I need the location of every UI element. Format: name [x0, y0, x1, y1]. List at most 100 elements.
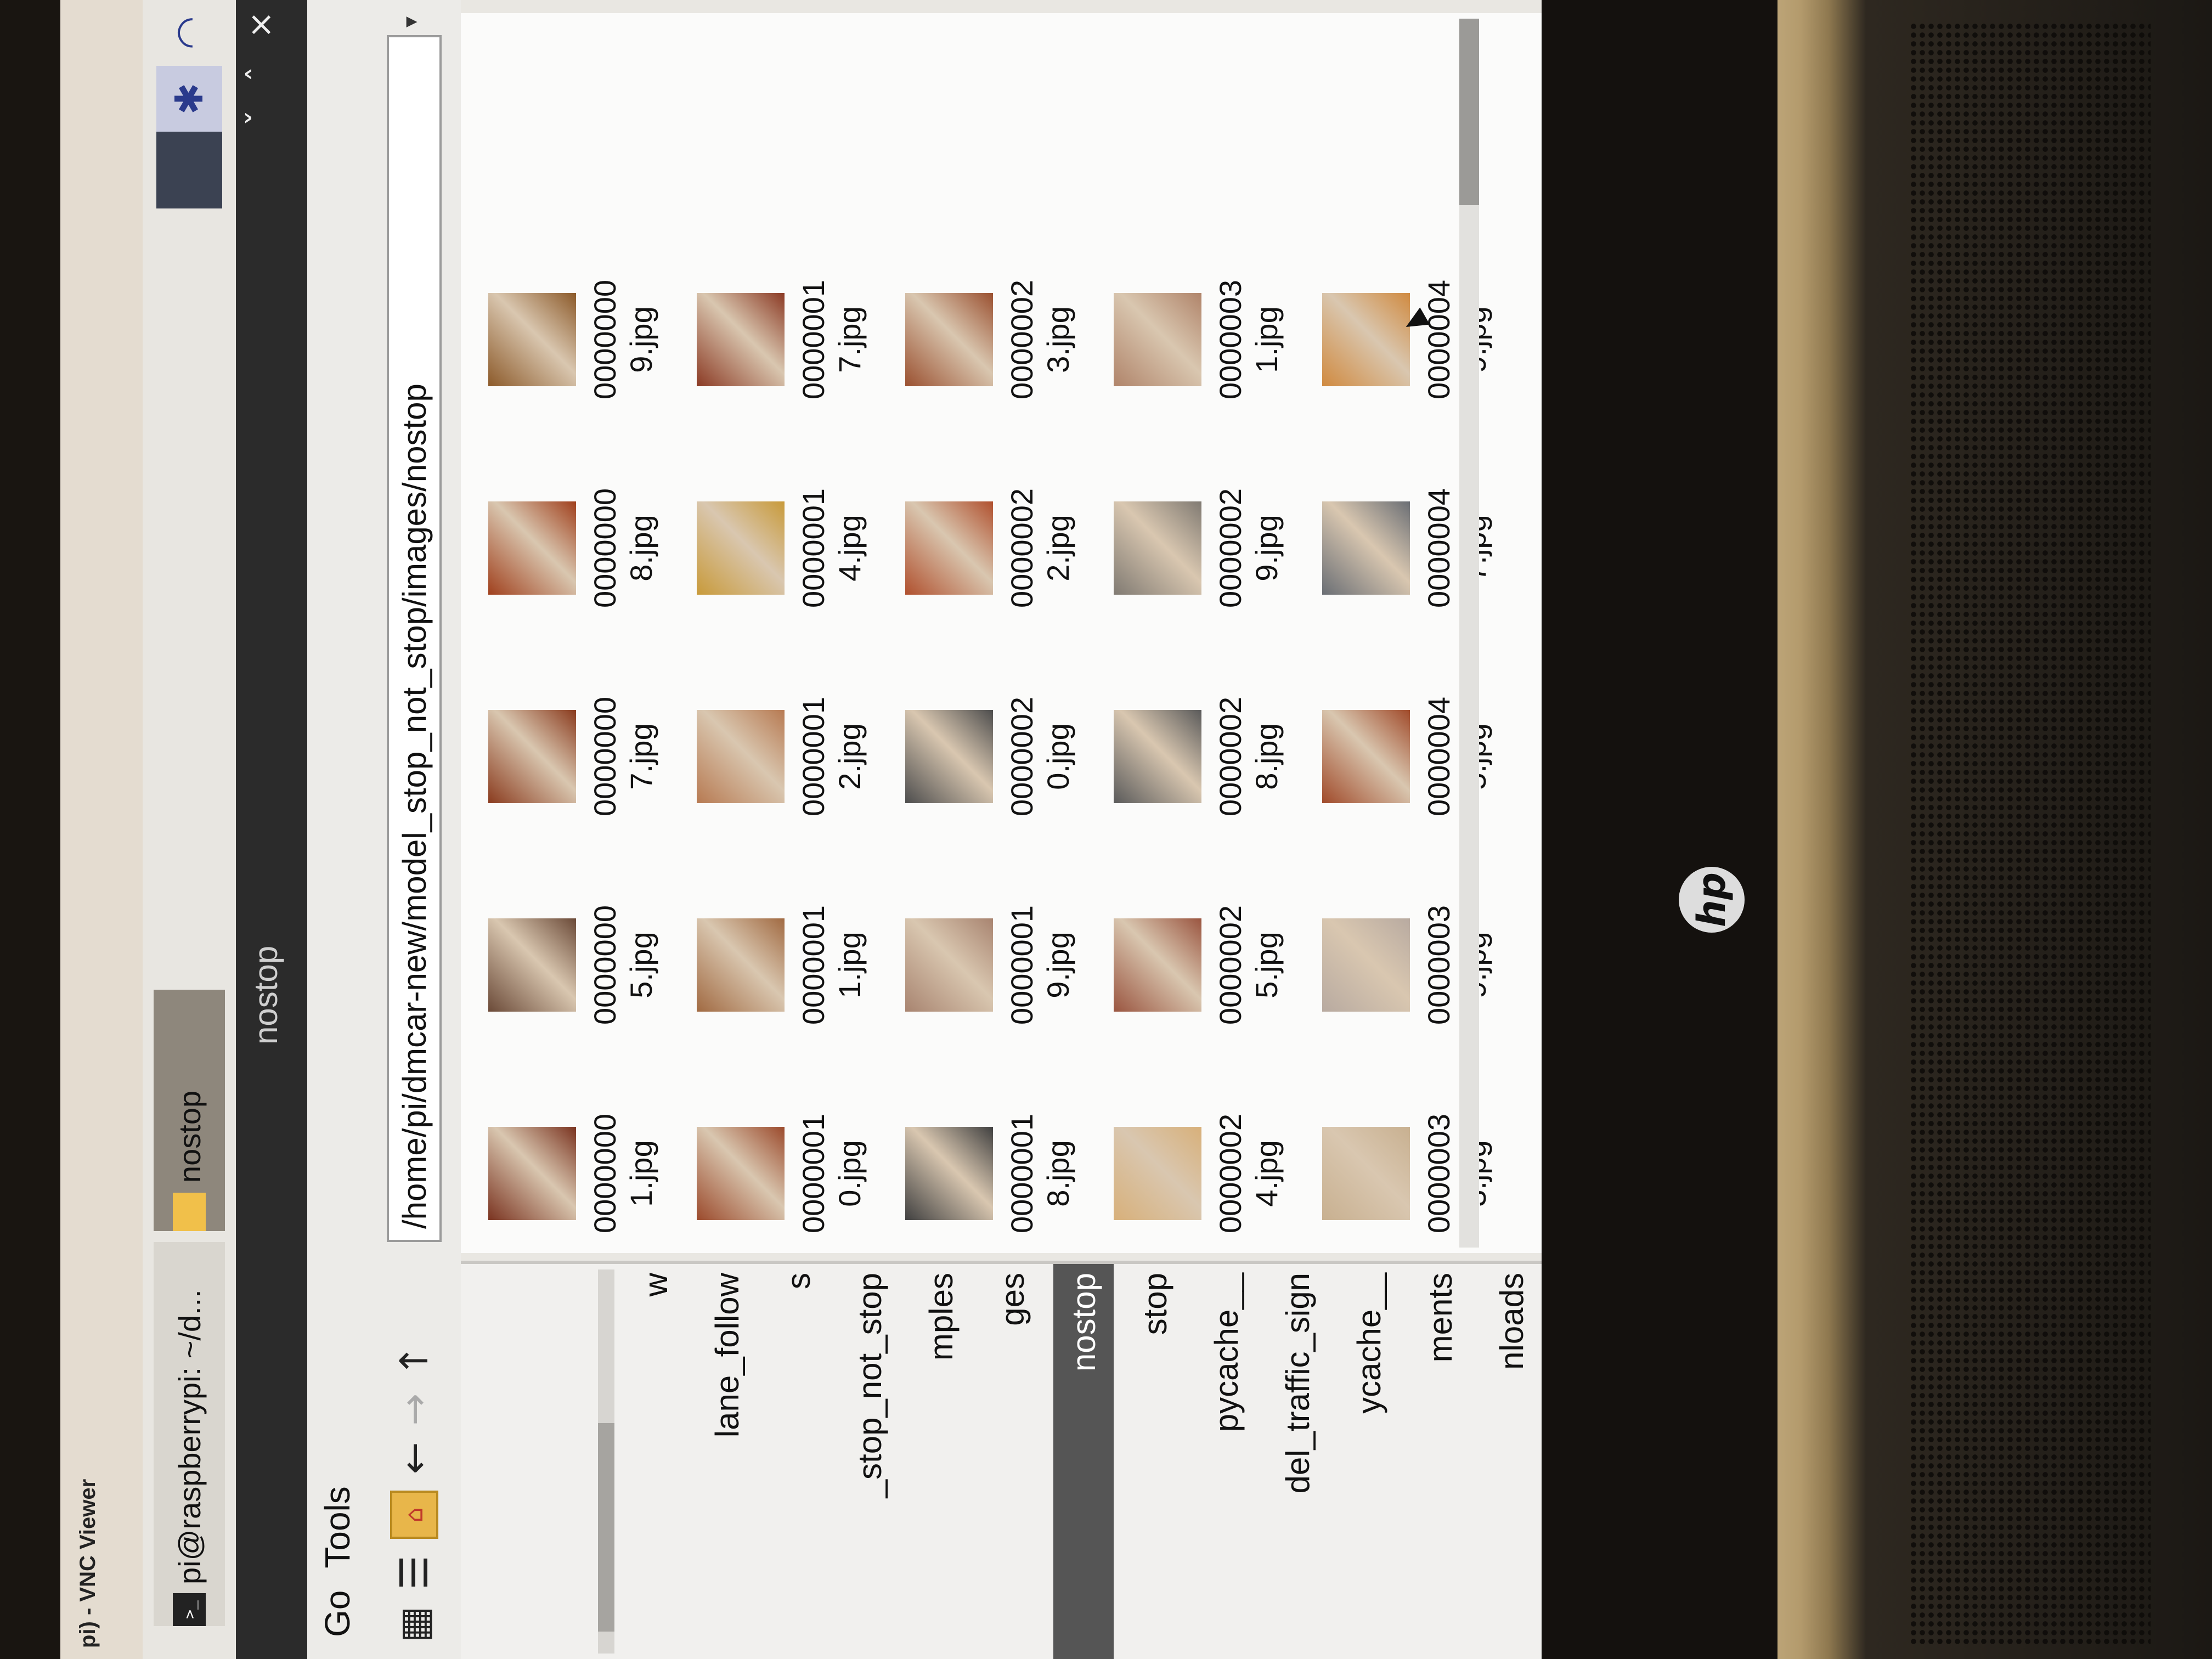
file-name: 00000007.jpg — [588, 697, 658, 817]
file-item[interactable]: 00000011.jpg — [691, 896, 889, 1034]
sidebar-item[interactable]: nostop — [1053, 1264, 1114, 1659]
list-view-icon[interactable]: ☰ — [392, 1555, 437, 1590]
image-thumbnail — [697, 918, 785, 1012]
sidebar-item[interactable]: lane_follow — [697, 1264, 757, 1659]
bluetooth-icon[interactable]: ✱ — [156, 66, 222, 132]
sidebar-item[interactable]: ges — [982, 1264, 1042, 1659]
sidebar-item[interactable]: ments — [1410, 1264, 1470, 1659]
file-item[interactable]: 00000009.jpg — [483, 271, 680, 408]
image-thumbnail — [488, 501, 576, 595]
sidebar-item-label: nostop — [1065, 1273, 1102, 1372]
window-controls: ˇ ˆ × — [241, 11, 280, 126]
file-item[interactable]: 00000007.jpg — [483, 688, 680, 825]
file-name: 00000017.jpg — [796, 280, 867, 400]
file-name: 00000031.jpg — [1213, 280, 1284, 400]
sidebar-item[interactable]: mples — [911, 1264, 971, 1659]
file-item[interactable]: 00000022.jpg — [900, 479, 1097, 617]
vnc-title: pi) - VNC Viewer — [76, 1479, 100, 1648]
file-item[interactable]: 00000047.jpg — [1317, 479, 1514, 617]
path-dropdown-icon[interactable]: ▾ — [398, 16, 423, 27]
file-item[interactable]: 00000018.jpg — [900, 1105, 1097, 1242]
file-item[interactable]: 00000049.jpg — [1317, 271, 1514, 408]
file-item[interactable]: 00000014.jpg — [691, 479, 889, 617]
folder-icon — [173, 1193, 206, 1231]
system-tray: ✱ ◠ — [143, 0, 236, 208]
back-button[interactable]: ← — [392, 1442, 437, 1474]
image-thumbnail — [697, 710, 785, 803]
path-input[interactable] — [387, 35, 442, 1242]
file-item[interactable]: 00000024.jpg — [1108, 1105, 1306, 1242]
file-item[interactable]: 00000010.jpg — [691, 1105, 889, 1242]
file-name: 00000025.jpg — [1213, 905, 1284, 1025]
sidebar-item-label: nloads — [1493, 1273, 1530, 1370]
sidebar-item-label: s — [780, 1273, 817, 1289]
image-thumbnail — [1322, 918, 1410, 1012]
wifi-icon[interactable]: ◠ — [156, 0, 222, 66]
file-item[interactable]: 00000020.jpg — [900, 688, 1097, 825]
sidebar-item-label: del_traffic_sign — [1279, 1273, 1316, 1494]
file-name: 00000012.jpg — [796, 697, 867, 817]
image-thumbnail — [1114, 293, 1201, 386]
sidebar-scrollbar[interactable] — [598, 1269, 614, 1654]
sidebar-item-label: w — [637, 1273, 674, 1297]
file-item[interactable]: 00000025.jpg — [1108, 896, 1306, 1034]
file-item[interactable]: 00000033.jpg — [1317, 1105, 1514, 1242]
sidebar-item[interactable]: s — [768, 1264, 828, 1659]
sidebar-item-label: mples — [922, 1273, 960, 1361]
file-item[interactable]: 00000012.jpg — [691, 688, 889, 825]
file-name: 00000018.jpg — [1005, 1114, 1075, 1234]
file-item[interactable]: 00000019.jpg — [900, 896, 1097, 1034]
sidebar-scrollbar-thumb[interactable] — [598, 1423, 614, 1632]
sidebar-item-label: pycache__ — [1207, 1273, 1245, 1432]
image-thumbnail — [905, 501, 993, 595]
up-button[interactable]: ↑ — [392, 1345, 437, 1377]
file-item[interactable]: 00000005.jpg — [483, 896, 680, 1034]
sidebar-item[interactable]: nloads — [1481, 1264, 1542, 1659]
sidebar-item[interactable]: pycache__ — [1196, 1264, 1256, 1659]
close-icon[interactable]: × — [241, 11, 280, 38]
home-button[interactable]: ⌂ — [390, 1491, 438, 1539]
file-name: 00000028.jpg — [1213, 697, 1284, 817]
file-item[interactable]: 00000008.jpg — [483, 479, 680, 617]
file-item[interactable]: 00000028.jpg — [1108, 688, 1306, 825]
image-thumbnail — [697, 293, 785, 386]
file-name: 00000008.jpg — [588, 488, 658, 608]
taskbar-file-manager[interactable]: nostop — [154, 990, 225, 1231]
menu-tools[interactable]: Tools — [317, 1486, 358, 1568]
image-thumbnail — [488, 1127, 576, 1220]
minimize-icon[interactable]: ˇ — [241, 110, 280, 126]
file-name: 00000033.jpg — [1421, 1114, 1492, 1234]
sidebar-item[interactable]: ycache__ — [1339, 1264, 1399, 1659]
taskbar-terminal[interactable]: >_ pi@raspberrypi: ~/d... — [154, 1242, 225, 1626]
file-name: 00000009.jpg — [588, 280, 658, 400]
sidebar-item-label: lane_follow — [708, 1273, 746, 1438]
sidebar-item[interactable]: w — [625, 1264, 686, 1659]
terminal-icon: >_ — [173, 1593, 206, 1626]
sidebar-item[interactable]: del_traffic_sign — [1267, 1264, 1328, 1659]
maximize-icon[interactable]: ˆ — [241, 66, 280, 82]
sidebar-item[interactable]: stop — [1125, 1264, 1185, 1659]
image-thumbnail — [1114, 1127, 1201, 1220]
image-thumbnail — [488, 710, 576, 803]
menu-go[interactable]: Go — [317, 1590, 358, 1637]
taskbar-terminal-label: pi@raspberrypi: ~/d... — [172, 1289, 207, 1584]
file-view-scrollbar-thumb[interactable] — [1459, 19, 1479, 205]
tray-app-icon[interactable] — [156, 132, 222, 208]
file-name: 00000011.jpg — [796, 905, 867, 1025]
file-item[interactable]: 00000029.jpg — [1108, 479, 1306, 617]
icon-view-icon[interactable]: ▦ — [392, 1606, 437, 1643]
file-item[interactable]: 00000039.jpg — [1317, 896, 1514, 1034]
vnc-title-bar: pi) - VNC Viewer — [60, 0, 143, 1659]
file-item[interactable]: 00000017.jpg — [691, 271, 889, 408]
file-item[interactable]: 00000045.jpg — [1317, 688, 1514, 825]
file-name: 00000024.jpg — [1213, 1114, 1284, 1234]
sidebar-item[interactable]: _stop_not_stop — [839, 1264, 900, 1659]
taskbar-folder-label: nostop — [172, 1090, 207, 1183]
file-item[interactable]: 00000001.jpg — [483, 1105, 680, 1242]
image-thumbnail — [1114, 501, 1201, 595]
forward-button[interactable]: → — [392, 1393, 437, 1426]
toolbar: ▦ ☰ ⌂ ← → ↑ ▾ — [368, 0, 461, 1659]
file-view-scrollbar[interactable] — [1459, 19, 1479, 1248]
file-item[interactable]: 00000031.jpg — [1108, 271, 1306, 408]
file-item[interactable]: 00000023.jpg — [900, 271, 1097, 408]
